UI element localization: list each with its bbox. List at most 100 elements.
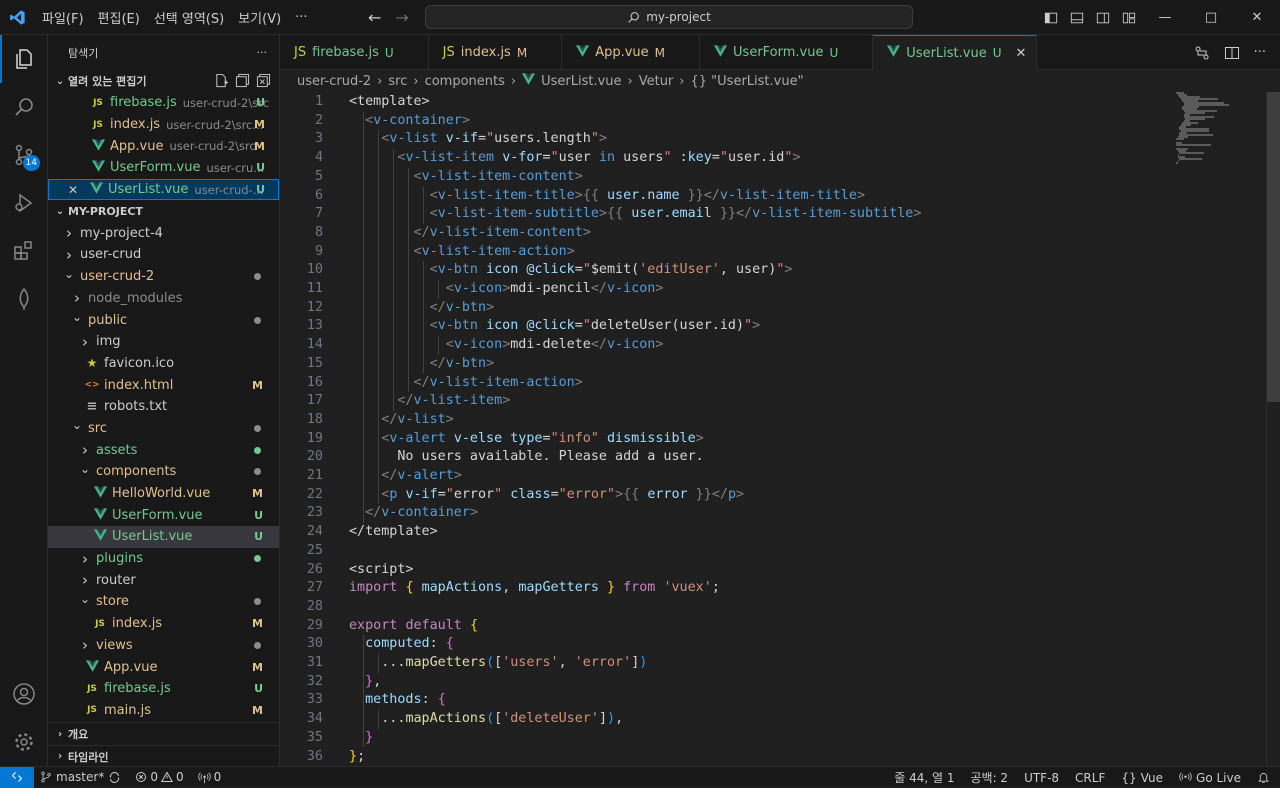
new-untitled-file-icon[interactable] xyxy=(214,73,229,88)
code-token: " xyxy=(494,486,503,502)
breadcrumb-item[interactable]: UserList.vue xyxy=(541,74,621,89)
file-item[interactable]: › user-crud xyxy=(48,244,279,266)
menu-item[interactable]: 편집(E) xyxy=(91,8,147,27)
notifications-bell-icon[interactable] xyxy=(1257,771,1270,784)
problems-item[interactable]: 0 0 xyxy=(135,770,184,784)
close-icon[interactable]: ✕ xyxy=(1016,46,1027,61)
save-all-icon[interactable] xyxy=(235,73,250,88)
folder-item[interactable]: › img xyxy=(48,331,279,353)
menu-more-icon[interactable]: ··· xyxy=(288,10,314,25)
toggle-sidebar-icon[interactable] xyxy=(1038,0,1064,35)
folder-item[interactable]: › views xyxy=(48,635,279,657)
open-changes-icon[interactable] xyxy=(1194,45,1210,61)
modified-dot xyxy=(254,424,261,432)
file-item[interactable]: UserForm.vue U xyxy=(48,504,279,526)
file-item[interactable]: JS main.js M xyxy=(48,700,279,722)
code-token: computed xyxy=(365,636,430,652)
forward-arrow-icon[interactable]: → xyxy=(395,8,408,27)
close-window-icon[interactable]: ✕ xyxy=(1234,0,1280,35)
editor-more-actions-icon[interactable]: ··· xyxy=(1254,45,1266,60)
toggle-panel-icon[interactable] xyxy=(1064,0,1090,35)
tab-firebase-js[interactable]: JS firebase.js U xyxy=(280,35,429,70)
search-view-icon[interactable] xyxy=(0,83,48,131)
file-item[interactable]: JS firebase.js U xyxy=(48,678,279,700)
code-line: 31 ...mapGetters(['users', 'error']) xyxy=(280,654,1160,673)
mongodb-leaf-icon[interactable] xyxy=(0,275,48,323)
open-editors-header[interactable]: ⌄ 열려 있는 편집기 xyxy=(48,70,279,92)
split-editor-icon[interactable] xyxy=(1224,45,1240,61)
tab-userlist-vue[interactable]: UserList.vue U ✕ xyxy=(873,35,1038,70)
toggle-secondary-sidebar-icon[interactable] xyxy=(1090,0,1116,35)
ports-item[interactable]: 0 xyxy=(198,770,221,784)
minimize-icon[interactable]: — xyxy=(1142,0,1188,35)
chevron-right-icon: › xyxy=(377,73,383,89)
file-item[interactable]: App.vue M xyxy=(48,656,279,678)
open-editor-item[interactable]: UserForm.vue user-cru... U xyxy=(48,157,279,179)
language-mode[interactable]: {} Vue xyxy=(1121,771,1163,785)
folder-item[interactable]: ⌄ store xyxy=(48,591,279,613)
file-item[interactable]: <> index.html M xyxy=(48,374,279,396)
extensions-icon[interactable] xyxy=(0,227,48,275)
explorer-icon[interactable] xyxy=(0,35,48,83)
open-editor-name: firebase.js xyxy=(110,95,177,111)
end-of-line[interactable]: CRLF xyxy=(1075,771,1105,785)
open-editor-item[interactable]: App.vue user-crud-2\src M xyxy=(48,135,279,157)
folder-item[interactable]: › router xyxy=(48,569,279,591)
breadcrumb-item[interactable]: src xyxy=(388,74,407,89)
go-live-button[interactable]: Go Live xyxy=(1179,771,1241,785)
tab-userform-vue[interactable]: UserForm.vue U xyxy=(700,35,874,70)
code-editor[interactable]: 1 <template> 2 <v-container> 3 <v-list v-if… xyxy=(280,92,1280,766)
command-center-search[interactable]: my-project xyxy=(425,5,913,29)
remote-indicator-icon[interactable] xyxy=(0,766,34,788)
source-control-icon[interactable]: 14 xyxy=(0,131,48,179)
indentation[interactable]: 공백: 2 xyxy=(970,769,1008,786)
line-number: 11 xyxy=(306,281,323,296)
outline-header[interactable]: › 개요 xyxy=(48,723,279,745)
editor-scrollbar[interactable] xyxy=(1266,92,1280,766)
open-editor-item[interactable]: JS firebase.js user-crud-2\src U xyxy=(48,92,279,114)
account-icon[interactable] xyxy=(0,670,48,718)
menu-item[interactable]: 파일(F) xyxy=(35,8,91,27)
scrollbar-thumb[interactable] xyxy=(1267,92,1280,402)
breadcrumb-item[interactable]: components xyxy=(425,74,505,89)
back-arrow-icon[interactable]: ← xyxy=(368,8,381,27)
more-actions-icon[interactable]: ··· xyxy=(257,46,268,59)
open-editor-item[interactable]: ✕ UserList.vue user-crud-... U xyxy=(48,178,279,201)
folder-item[interactable]: › assets xyxy=(48,439,279,461)
close-editor-icon[interactable]: ✕ xyxy=(68,183,88,197)
settings-gear-icon[interactable] xyxy=(0,718,48,766)
file-item[interactable]: HelloWorld.vue M xyxy=(48,483,279,505)
folder-item[interactable]: › my-project-4 xyxy=(48,222,279,244)
customize-layout-icon[interactable] xyxy=(1116,0,1142,35)
breadcrumb-item[interactable]: Vetur xyxy=(639,74,674,89)
project-header[interactable]: ⌄ MY-PROJECT xyxy=(48,200,279,222)
minimap[interactable] xyxy=(1176,92,1266,164)
folder-item[interactable]: ⌄ components xyxy=(48,461,279,483)
breadcrumb-item[interactable]: user-crud-2 xyxy=(297,74,371,89)
file-item[interactable]: JS index.js M xyxy=(48,613,279,635)
run-debug-icon[interactable] xyxy=(0,179,48,227)
folder-item[interactable]: ⌄ public xyxy=(48,309,279,331)
close-all-editors-icon[interactable] xyxy=(256,73,271,88)
encoding[interactable]: UTF-8 xyxy=(1024,771,1059,785)
cursor-position[interactable]: 줄 44, 열 1 xyxy=(894,769,954,786)
file-item[interactable]: ≡ robots.txt xyxy=(48,396,279,418)
menu-item[interactable]: 선택 영역(S) xyxy=(147,8,231,27)
open-editor-item[interactable]: JS index.js user-crud-2\src... M xyxy=(48,114,279,136)
tab-app-vue[interactable]: App.vue M xyxy=(562,35,701,70)
breadcrumb-item[interactable]: {} "UserList.vue" xyxy=(691,74,804,89)
folder-item[interactable]: ⌄ src xyxy=(48,418,279,440)
maximize-icon[interactable]: □ xyxy=(1188,0,1234,35)
code-token: > xyxy=(752,318,761,334)
timeline-header[interactable]: › 타임라인 xyxy=(48,745,279,767)
line-number: 1 xyxy=(314,94,323,109)
branch-item[interactable]: master* xyxy=(40,770,121,784)
file-item[interactable]: ★ favicon.ico xyxy=(48,353,279,375)
file-item[interactable]: UserList.vue U xyxy=(48,526,279,548)
folder-item[interactable]: ⌄ user-crud-2 xyxy=(48,266,279,288)
folder-item[interactable]: › plugins xyxy=(48,548,279,570)
folder-item[interactable]: › node_modules xyxy=(48,288,279,310)
tab-index-js[interactable]: JS index.js M xyxy=(429,35,563,70)
menu-item[interactable]: 보기(V) xyxy=(231,8,288,27)
